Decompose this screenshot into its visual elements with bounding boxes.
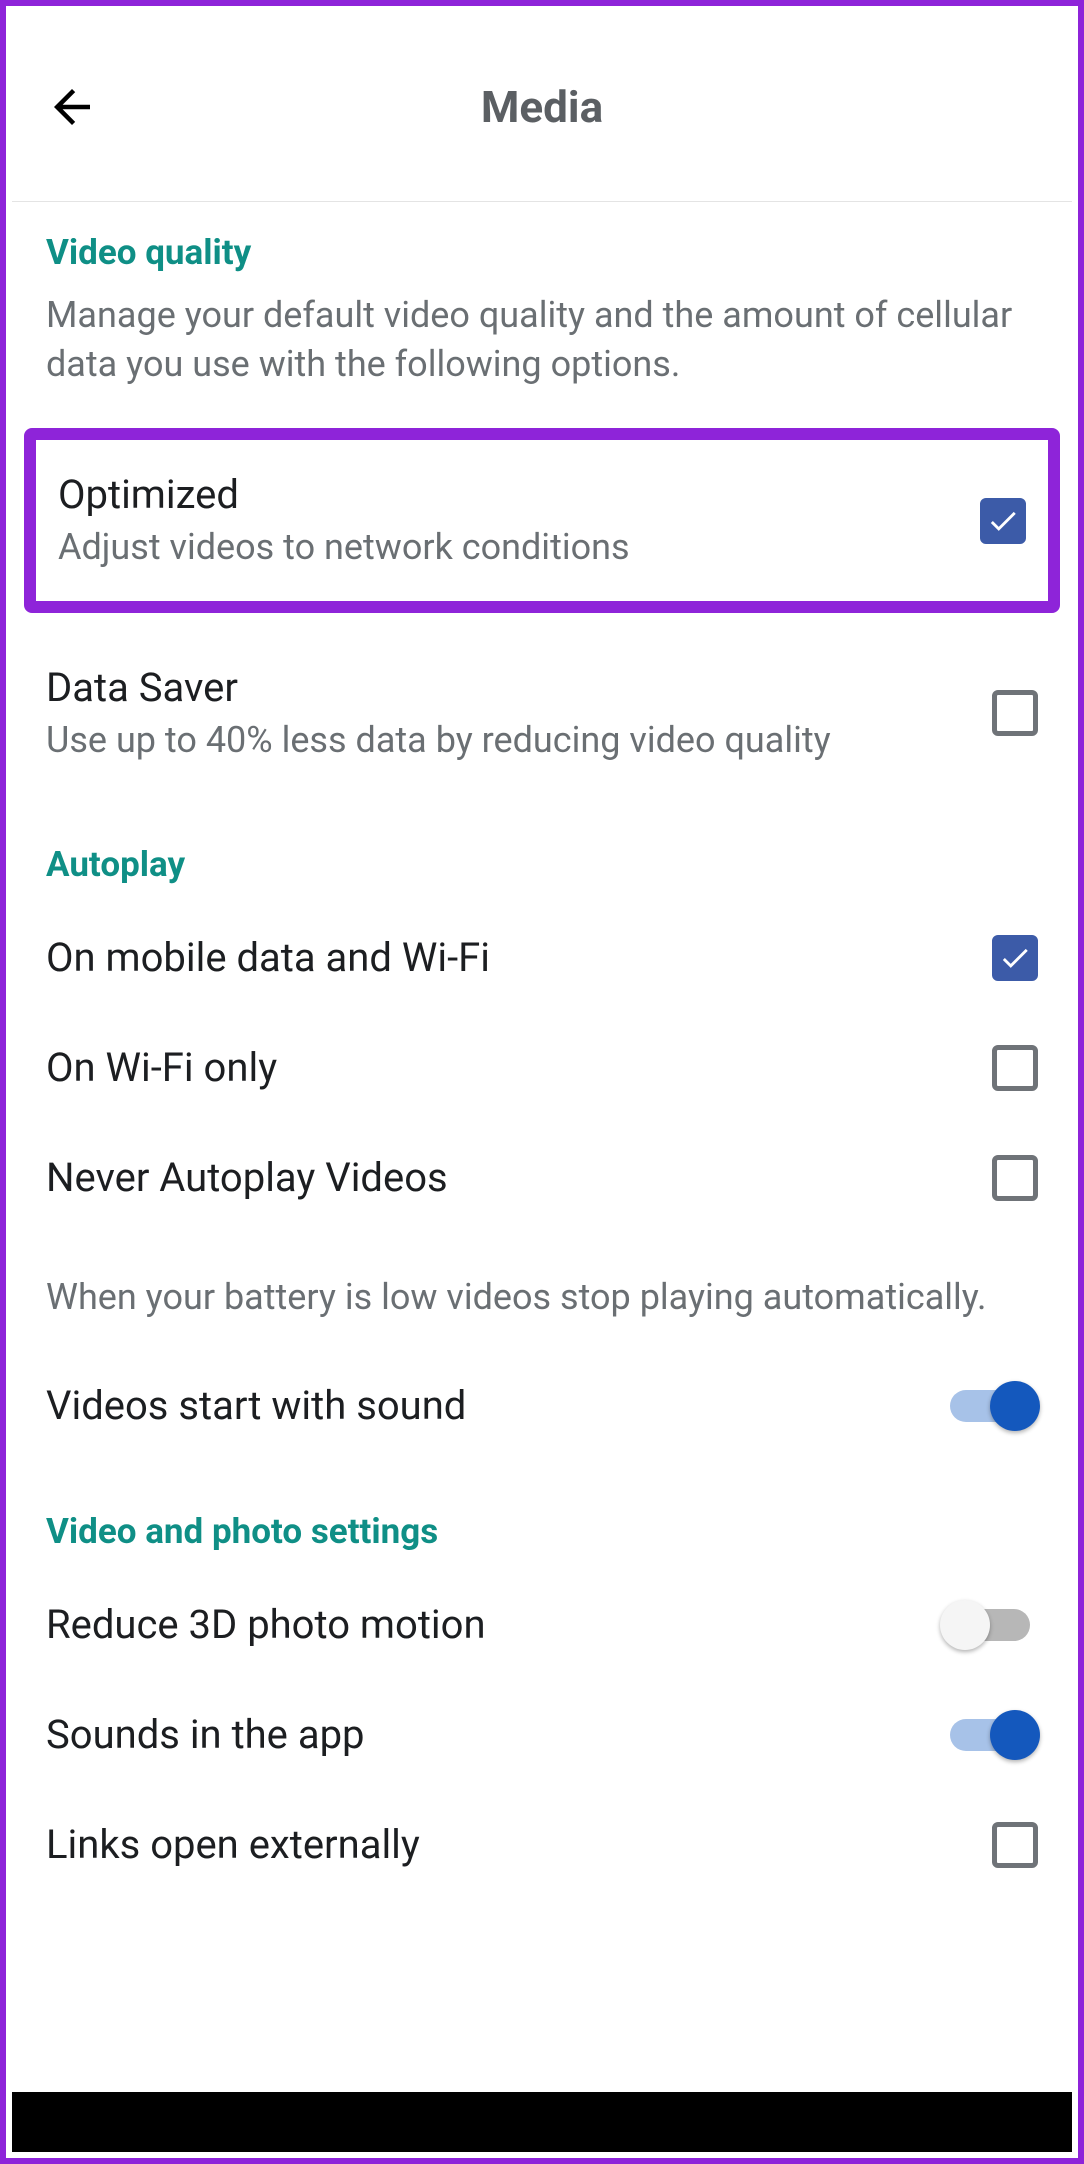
- autoplay-never-row[interactable]: Never Autoplay Videos: [46, 1123, 1038, 1233]
- sounds-app-title: Sounds in the app: [46, 1710, 922, 1760]
- video-quality-desc: Manage your default video quality and th…: [46, 291, 1038, 388]
- videos-sound-row[interactable]: Videos start with sound: [46, 1351, 1038, 1461]
- check-icon: [986, 504, 1020, 538]
- data-saver-row[interactable]: Data Saver Use up to 40% less data by re…: [46, 633, 1038, 794]
- content: Video quality Manage your default video …: [12, 202, 1072, 2092]
- videos-sound-title: Videos start with sound: [46, 1381, 922, 1431]
- data-saver-checkbox[interactable]: [992, 690, 1038, 736]
- section-label-video-photo: Video and photo settings: [46, 1511, 1038, 1552]
- arrow-left-icon: [45, 80, 99, 134]
- links-external-row[interactable]: Links open externally: [46, 1790, 1038, 1900]
- optimized-sub: Adjust videos to network conditions: [58, 524, 960, 571]
- autoplay-wifi-only-row[interactable]: On Wi-Fi only: [46, 1013, 1038, 1123]
- optimized-checkbox[interactable]: [980, 498, 1026, 544]
- links-external-checkbox[interactable]: [992, 1822, 1038, 1868]
- autoplay-wifi-only-checkbox[interactable]: [992, 1045, 1038, 1091]
- page-title: Media: [12, 81, 1072, 133]
- reduce-3d-row[interactable]: Reduce 3D photo motion: [46, 1570, 1038, 1680]
- autoplay-mobile-wifi-checkbox[interactable]: [992, 935, 1038, 981]
- optimized-highlight: Optimized Adjust videos to network condi…: [24, 428, 1060, 613]
- autoplay-mobile-wifi-title: On mobile data and Wi-Fi: [46, 933, 972, 983]
- autoplay-note: When your battery is low videos stop pla…: [46, 1273, 1038, 1322]
- section-label-video-quality: Video quality: [46, 232, 1038, 273]
- autoplay-mobile-wifi-row[interactable]: On mobile data and Wi-Fi: [46, 903, 1038, 1013]
- sounds-app-toggle[interactable]: [942, 1713, 1038, 1757]
- autoplay-wifi-only-title: On Wi-Fi only: [46, 1043, 972, 1093]
- links-external-title: Links open externally: [46, 1820, 972, 1870]
- check-icon: [998, 941, 1032, 975]
- reduce-3d-title: Reduce 3D photo motion: [46, 1600, 922, 1650]
- autoplay-never-title: Never Autoplay Videos: [46, 1153, 972, 1203]
- data-saver-title: Data Saver: [46, 663, 972, 713]
- bottom-bar: [12, 2092, 1072, 2152]
- section-label-autoplay: Autoplay: [46, 844, 1038, 885]
- optimized-row[interactable]: Optimized Adjust videos to network condi…: [58, 470, 1026, 571]
- data-saver-sub: Use up to 40% less data by reducing vide…: [46, 717, 972, 764]
- sounds-app-row[interactable]: Sounds in the app: [46, 1680, 1038, 1790]
- back-button[interactable]: [42, 77, 102, 137]
- reduce-3d-toggle[interactable]: [942, 1603, 1038, 1647]
- header: Media: [12, 12, 1072, 202]
- autoplay-never-checkbox[interactable]: [992, 1155, 1038, 1201]
- videos-sound-toggle[interactable]: [942, 1384, 1038, 1428]
- optimized-title: Optimized: [58, 470, 960, 520]
